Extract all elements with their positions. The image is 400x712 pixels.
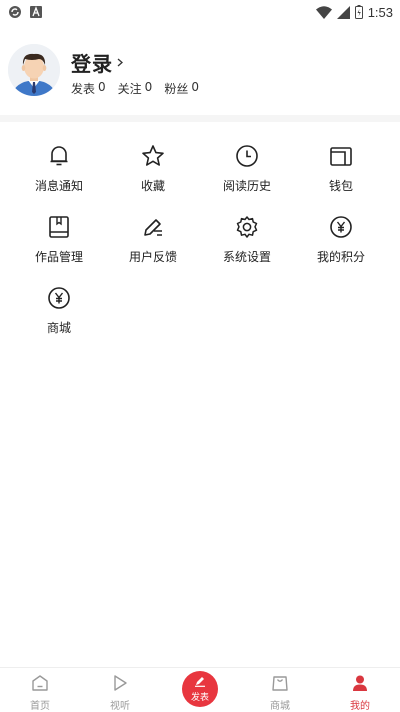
sync-icon xyxy=(8,5,22,19)
pen-icon xyxy=(140,214,166,240)
avatar[interactable] xyxy=(8,44,60,96)
wifi-icon xyxy=(315,5,332,19)
menu-item-label: 我的积分 xyxy=(316,250,365,264)
menu-item-history[interactable]: 阅读历史 xyxy=(197,143,297,205)
menu-item-label: 消息通知 xyxy=(34,179,83,193)
profile-header: 登录 发表 0 关注 0 粉丝 0 xyxy=(0,34,400,114)
play-icon xyxy=(111,674,129,695)
a-icon xyxy=(30,6,42,18)
edit-icon xyxy=(193,675,207,690)
yen-circle-icon xyxy=(328,214,354,240)
battery-icon xyxy=(354,5,363,19)
bell-icon xyxy=(46,143,72,169)
status-right: 1:53 xyxy=(315,4,400,20)
star-icon xyxy=(140,143,166,169)
status-time: 1:53 xyxy=(367,4,393,20)
bottom-tab-bar: 首页 视听 发表 商城 我的 xyxy=(0,667,400,712)
gear-icon xyxy=(234,214,260,240)
menu-item-label: 作品管理 xyxy=(34,250,83,264)
menu-item-notifications[interactable]: 消息通知 xyxy=(9,143,109,205)
section-divider xyxy=(0,115,400,122)
post-button[interactable]: 发表 xyxy=(182,671,218,707)
profile-stats: 发表 0 关注 0 粉丝 0 xyxy=(71,80,199,97)
menu-item-mall[interactable]: 商城 xyxy=(9,285,109,347)
tab-label: 首页 xyxy=(30,701,50,712)
bag-icon xyxy=(271,674,289,695)
menu-item-points[interactable]: 我的积分 xyxy=(291,214,391,276)
tab-post[interactable]: 发表 xyxy=(160,668,240,712)
tab-label: 视听 xyxy=(110,701,130,712)
menu-item-feedback[interactable]: 用户反馈 xyxy=(103,214,203,276)
stat-following[interactable]: 关注 0 xyxy=(118,80,153,97)
menu-item-label: 钱包 xyxy=(328,179,353,193)
wallet-icon xyxy=(328,143,354,169)
person-icon xyxy=(351,674,369,695)
yen-circle-icon xyxy=(46,285,72,311)
status-bar: 1:53 xyxy=(0,0,400,24)
clock-icon xyxy=(234,143,260,169)
tab-label: 商城 xyxy=(270,701,290,712)
login-title: 登录 xyxy=(71,52,113,76)
menu-item-label: 商城 xyxy=(46,321,71,335)
chevron-right-icon xyxy=(117,58,123,67)
stat-posts[interactable]: 发表 0 xyxy=(71,80,106,97)
menu-item-works[interactable]: 作品管理 xyxy=(9,214,109,276)
home-icon xyxy=(31,674,49,695)
book-icon xyxy=(46,214,72,240)
stat-posts-label: 发表 xyxy=(71,82,96,96)
tab-label: 我的 xyxy=(350,701,370,712)
tab-media[interactable]: 视听 xyxy=(80,668,160,712)
tab-mine[interactable]: 我的 xyxy=(320,668,400,712)
tab-home[interactable]: 首页 xyxy=(0,668,80,712)
menu-item-label: 用户反馈 xyxy=(128,250,177,264)
tab-mall[interactable]: 商城 xyxy=(240,668,320,712)
stat-followers[interactable]: 粉丝 0 xyxy=(164,80,199,97)
stat-following-value: 0 xyxy=(144,80,153,94)
stat-followers-label: 粉丝 xyxy=(164,82,189,96)
menu-item-favorites[interactable]: 收藏 xyxy=(103,143,203,205)
menu-item-label: 收藏 xyxy=(140,179,165,193)
stat-posts-value: 0 xyxy=(98,80,106,94)
stat-following-label: 关注 xyxy=(117,82,142,96)
avatar-image xyxy=(8,44,60,96)
menu-item-settings[interactable]: 系统设置 xyxy=(197,214,297,276)
signal-icon xyxy=(336,5,350,19)
post-button-label: 发表 xyxy=(190,693,209,703)
menu-item-wallet[interactable]: 钱包 xyxy=(291,143,391,205)
login-link[interactable]: 登录 xyxy=(71,48,123,77)
stat-followers-value: 0 xyxy=(191,80,199,94)
menu-item-label: 阅读历史 xyxy=(222,179,271,193)
menu-item-label: 系统设置 xyxy=(222,250,271,264)
status-left xyxy=(0,5,42,19)
